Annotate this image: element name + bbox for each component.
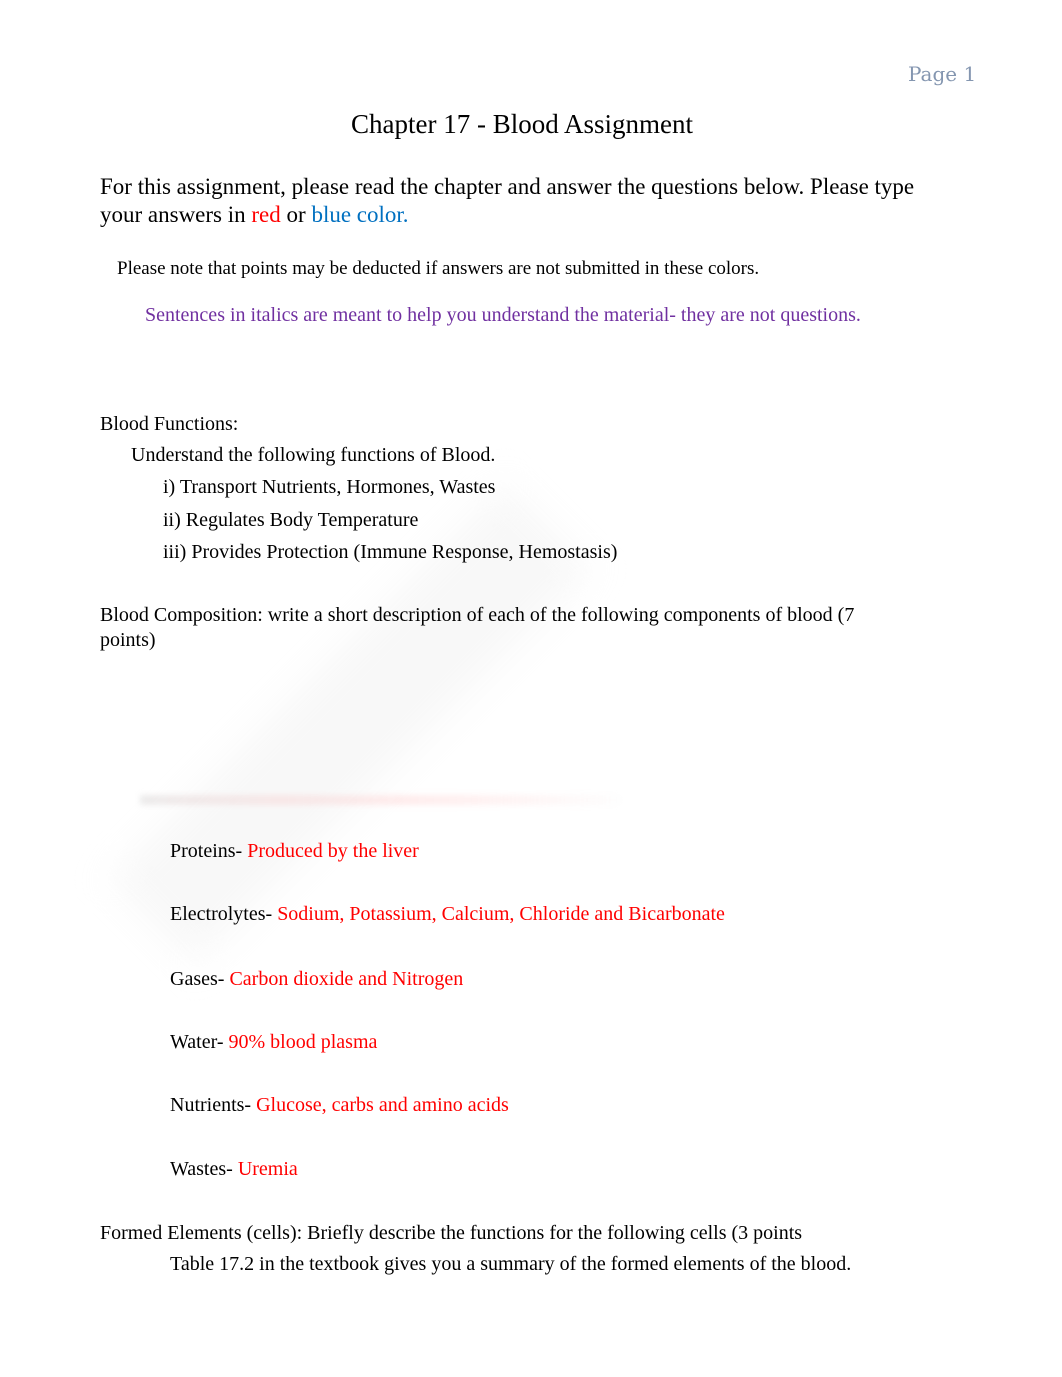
intro-text: For this assignment, please read the cha…	[100, 174, 915, 227]
component-answer[interactable]: Produced by the liver	[247, 840, 419, 862]
intro-red-word: red	[251, 202, 281, 227]
component-nutrients: Nutrients- Glucose, carbs and amino acid…	[170, 1094, 509, 1117]
formed-elements-prompt: Formed Elements (cells): Briefly describ…	[100, 1222, 803, 1244]
component-proteins: Proteins- Produced by the liver	[170, 840, 419, 863]
blood-functions-subheading: Understand the following functions of Bl…	[131, 444, 496, 466]
function-item: ii) Regulates Body Temperature	[163, 509, 419, 531]
blood-functions-heading: Blood Functions:	[100, 413, 239, 435]
document-title: Chapter 17 - Blood Assignment	[351, 109, 693, 139]
color-note: Please note that points may be deducted …	[117, 258, 760, 279]
page-number: Page 1	[908, 62, 977, 86]
component-label: Water-	[170, 1031, 229, 1053]
component-electrolytes: Electrolytes- Sodium, Potassium, Calcium…	[170, 903, 725, 926]
intro-blue-words: blue color.	[311, 202, 409, 227]
italics-note: Sentences in italics are meant to help y…	[145, 304, 861, 326]
component-answer[interactable]: Uremia	[238, 1158, 298, 1180]
component-label: Nutrients-	[170, 1094, 257, 1116]
function-item: iii) Provides Protection (Immune Respons…	[163, 541, 618, 563]
component-water: Water- 90% blood plasma	[170, 1031, 377, 1054]
component-label: Electrolytes-	[170, 903, 278, 925]
composition-prompt-line2: points)	[100, 629, 156, 651]
component-gases: Gases- Carbon dioxide and Nitrogen	[170, 968, 463, 991]
component-label: Wastes-	[170, 1158, 238, 1180]
component-answer[interactable]: 90% blood plasma	[229, 1031, 378, 1053]
component-label: Proteins-	[170, 840, 248, 862]
component-wastes: Wastes- Uremia	[170, 1158, 298, 1181]
function-item: i) Transport Nutrients, Hormones, Wastes	[163, 476, 496, 498]
component-answer[interactable]: Sodium, Potassium, Calcium, Chloride and…	[277, 903, 725, 925]
component-label: Gases-	[170, 968, 230, 990]
formed-elements-hint: Table 17.2 in the textbook gives you a s…	[170, 1253, 852, 1275]
intro-or: or	[280, 202, 312, 227]
component-answer[interactable]: Glucose, carbs and amino acids	[256, 1094, 509, 1116]
component-answer[interactable]: Carbon dioxide and Nitrogen	[229, 968, 463, 990]
intro-paragraph: For this assignment, please read the cha…	[100, 173, 960, 229]
composition-prompt-line1: Blood Composition: write a short descrip…	[100, 604, 855, 626]
